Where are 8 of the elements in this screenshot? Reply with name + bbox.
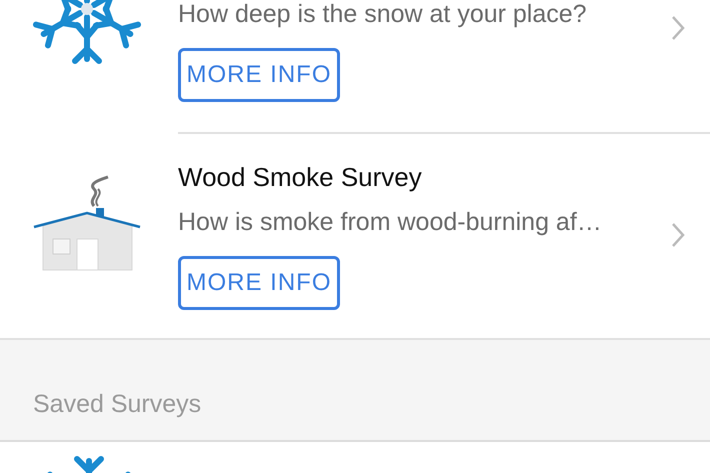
- survey-title: Wood Smoke Survey: [178, 161, 423, 194]
- more-info-button[interactable]: MORE INFO: [178, 48, 340, 102]
- survey-description: How deep is the snow at your place?: [178, 0, 588, 30]
- chevron-icon[interactable]: [671, 15, 685, 41]
- section-title: Saved Surveys: [33, 390, 202, 418]
- survey-description: How is smoke from wood-burning af…: [178, 207, 603, 238]
- more-info-button[interactable]: MORE INFO: [178, 256, 340, 310]
- chevron-icon[interactable]: [671, 222, 685, 248]
